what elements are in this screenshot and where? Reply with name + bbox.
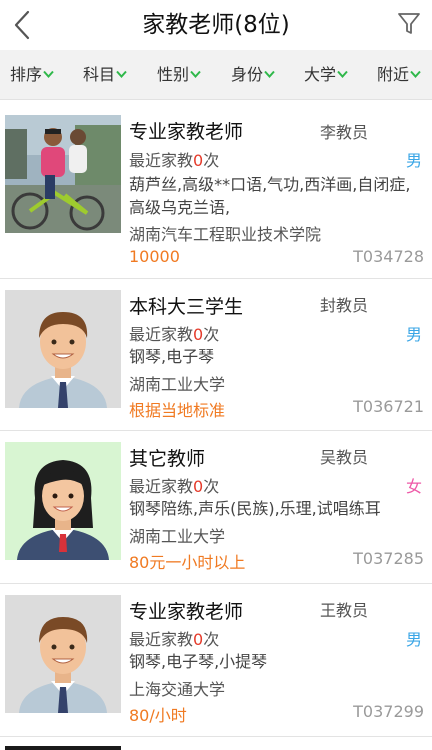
- recent-suffix: 次: [203, 630, 220, 649]
- chevron-down-icon: [116, 70, 127, 78]
- recent-count: 0: [193, 630, 204, 649]
- teacher-school: 湖南工业大学: [129, 527, 226, 546]
- recent-tutoring: 最近家教0次: [129, 321, 219, 345]
- recent-tutoring: 最近家教0次: [129, 626, 219, 650]
- teacher-school: 上海交通大学: [129, 680, 226, 699]
- teacher-price: 80元一小时以上: [129, 553, 246, 572]
- recent-prefix: 最近家教: [129, 630, 194, 649]
- teacher-photo: [5, 595, 121, 713]
- cyclist-photo: [5, 115, 121, 233]
- filter-nearby-label: 附近: [377, 65, 410, 84]
- teacher-name: 李教员: [320, 123, 369, 142]
- teacher-id: T036721: [353, 397, 424, 416]
- filter-nearby[interactable]: 附近: [377, 50, 421, 100]
- filter-gender[interactable]: 性别: [157, 50, 201, 100]
- filter-identity-label: 身份: [231, 65, 264, 84]
- filter-university-label: 大学: [304, 65, 337, 84]
- teacher-subjects: 钢琴陪练,声乐(民族),乐理,试唱练耳: [129, 499, 381, 518]
- teacher-photo: [5, 290, 121, 408]
- recent-suffix: 次: [203, 151, 220, 170]
- teacher-price: 根据当地标准: [129, 401, 226, 420]
- teacher-subjects: 钢琴,电子琴,小提琴: [129, 652, 268, 671]
- teacher-card-partial[interactable]: [0, 738, 432, 750]
- filter-bar: 排序 科目 性别 身份 大学 附近: [0, 50, 432, 100]
- teacher-school: 湖南工业大学: [129, 375, 226, 394]
- teacher-id: T034728: [353, 247, 424, 266]
- chevron-down-icon: [410, 70, 421, 78]
- teacher-gender: 男: [405, 630, 422, 649]
- filter-sort-label: 排序: [10, 65, 43, 84]
- teacher-gender: 女: [405, 477, 422, 496]
- teacher-name: 封教员: [320, 296, 369, 315]
- teacher-gender: 男: [405, 325, 422, 344]
- teacher-photo: [5, 746, 121, 750]
- teacher-category: 本科大三学生: [129, 296, 244, 318]
- teacher-category: 其它教师: [129, 448, 206, 470]
- chevron-down-icon: [264, 70, 275, 78]
- page-title: 家教老师(8位): [142, 12, 290, 38]
- recent-count: 0: [193, 325, 204, 344]
- funnel-icon: [398, 13, 420, 34]
- male-avatar: [5, 290, 121, 408]
- teacher-photo: [5, 115, 121, 233]
- chevron-down-icon: [190, 70, 201, 78]
- female-avatar: [5, 442, 121, 560]
- recent-tutoring: 最近家教0次: [129, 473, 219, 497]
- recent-tutoring: 最近家教0次: [129, 147, 219, 171]
- filter-university[interactable]: 大学: [304, 50, 348, 100]
- teacher-school: 湖南汽车工程职业技术学院: [129, 225, 322, 244]
- filter-subject[interactable]: 科目: [83, 50, 127, 100]
- teacher-price: 10000: [129, 247, 180, 266]
- recent-count: 0: [193, 151, 204, 170]
- filter-subject-label: 科目: [83, 65, 116, 84]
- teacher-photo: [5, 442, 121, 560]
- chevron-down-icon: [43, 70, 54, 78]
- teacher-card[interactable]: 专业家教老师 李教员 男 最近家教0次 葫芦丝,高级**口语,气功,西洋画,自闭…: [0, 101, 432, 279]
- teacher-gender: 男: [405, 151, 422, 170]
- chevron-down-icon: [337, 70, 348, 78]
- recent-prefix: 最近家教: [129, 151, 194, 170]
- teacher-price: 80/小时: [129, 706, 187, 725]
- filter-sort[interactable]: 排序: [10, 50, 54, 100]
- teacher-id: T037285: [353, 549, 424, 568]
- teacher-name: 王教员: [320, 601, 369, 620]
- recent-suffix: 次: [203, 477, 220, 496]
- recent-prefix: 最近家教: [129, 477, 194, 496]
- teacher-card[interactable]: 本科大三学生 封教员 男 最近家教0次 钢琴,电子琴 湖南工业大学 根据当地标准…: [0, 280, 432, 431]
- teacher-category: 专业家教老师: [129, 121, 244, 143]
- filter-button[interactable]: [396, 10, 422, 38]
- teacher-id: T037299: [353, 702, 424, 721]
- teacher-category: 专业家教老师: [129, 601, 244, 623]
- teacher-card[interactable]: 其它教师 吴教员 女 最近家教0次 钢琴陪练,声乐(民族),乐理,试唱练耳 湖南…: [0, 432, 432, 584]
- filter-identity[interactable]: 身份: [231, 50, 275, 100]
- recent-suffix: 次: [203, 325, 220, 344]
- recent-prefix: 最近家教: [129, 325, 194, 344]
- filter-gender-label: 性别: [157, 65, 190, 84]
- recent-count: 0: [193, 477, 204, 496]
- male-avatar: [5, 595, 121, 713]
- teacher-card[interactable]: 专业家教老师 王教员 男 最近家教0次 钢琴,电子琴,小提琴 上海交通大学 80…: [0, 585, 432, 737]
- teacher-subjects: 钢琴,电子琴: [129, 347, 215, 366]
- top-bar: 家教老师(8位): [0, 0, 432, 50]
- teacher-name: 吴教员: [320, 448, 369, 467]
- teacher-subjects: 葫芦丝,高级**口语,气功,西洋画,自闭症,高级乌克兰语,: [129, 175, 411, 217]
